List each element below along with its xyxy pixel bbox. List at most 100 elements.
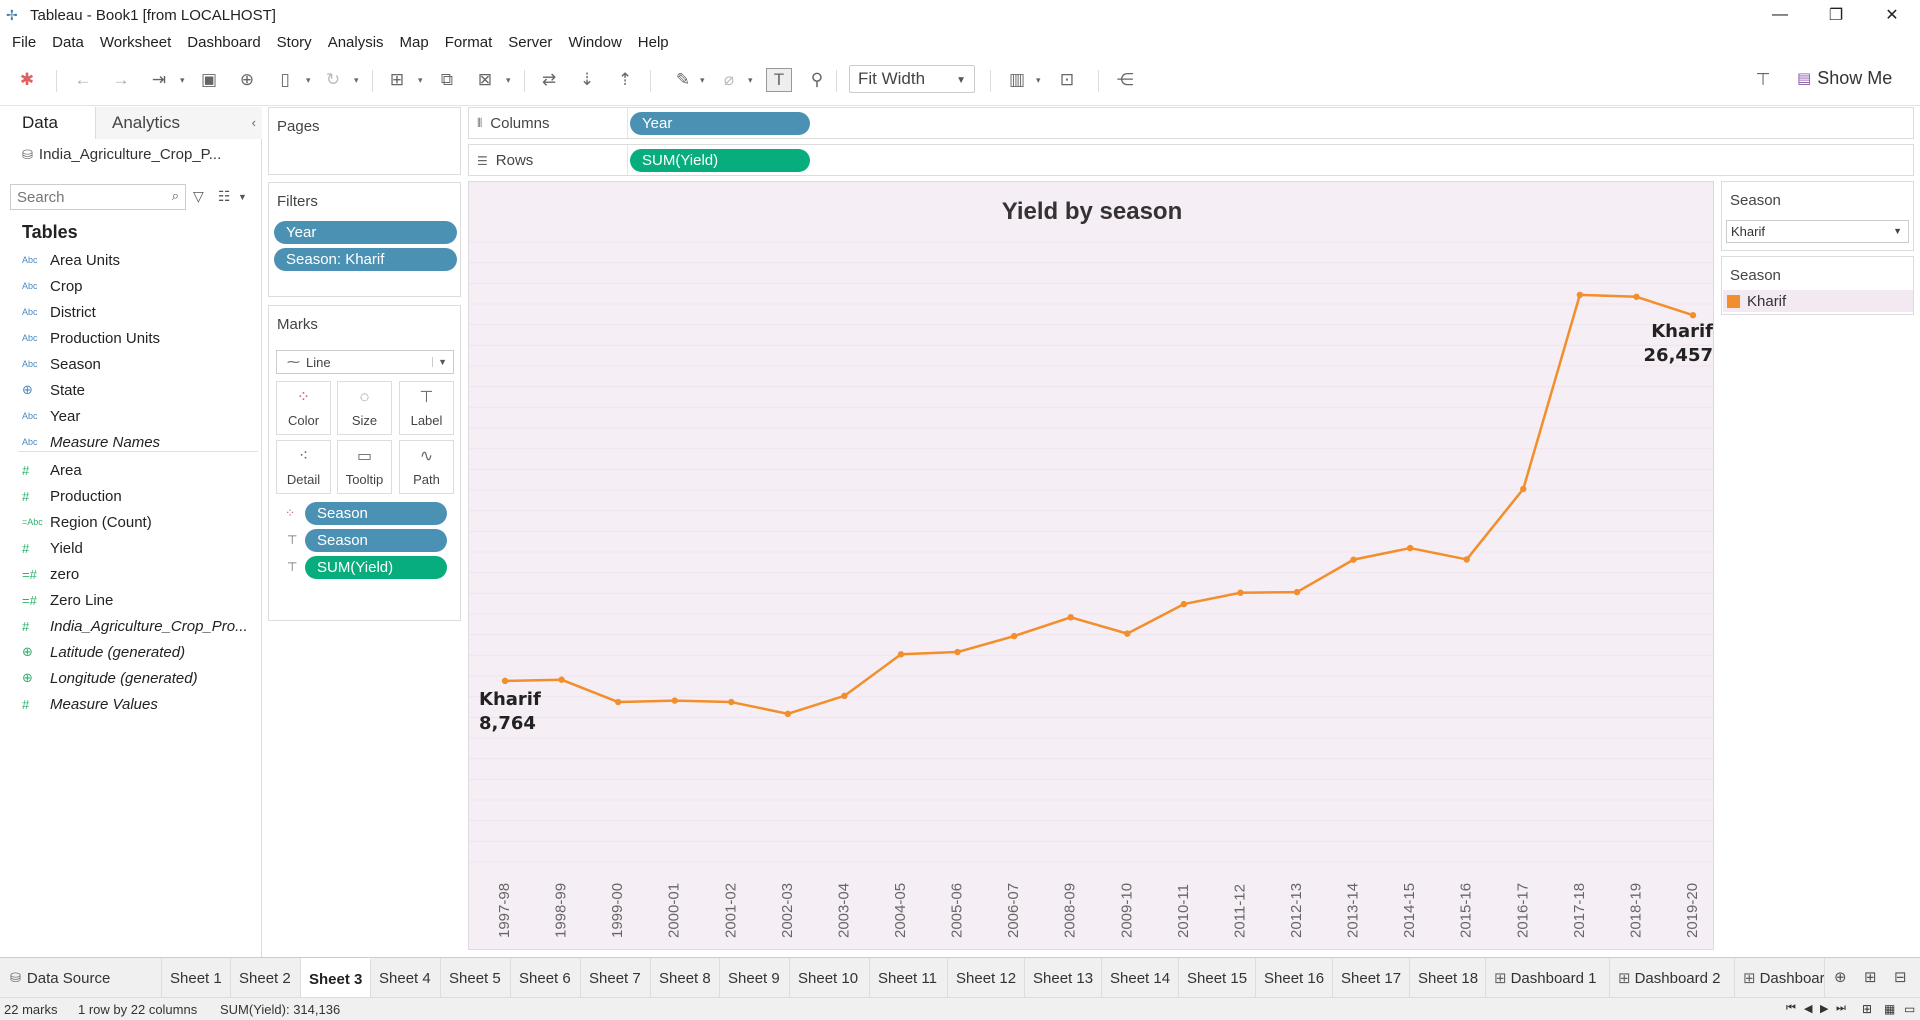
save-icon[interactable]: ▣ xyxy=(196,68,222,92)
sort-ascending-icon[interactable]: ⇣ xyxy=(574,68,600,92)
tab-sheet-2[interactable]: Sheet 2 xyxy=(231,958,301,998)
pages-shelf[interactable]: Pages xyxy=(268,107,461,175)
search-input[interactable] xyxy=(11,185,161,209)
tab-sheet-10[interactable]: Sheet 10 xyxy=(790,958,870,998)
menu-map[interactable]: Map xyxy=(392,34,437,51)
columns-pill-year[interactable]: Year xyxy=(630,112,810,135)
new-datasource-icon[interactable]: ⊕ xyxy=(234,68,260,92)
viz-view[interactable]: Yield by season 1997-98 1998-99 1999-00 200… xyxy=(468,181,1715,950)
menu-help[interactable]: Help xyxy=(630,34,677,51)
data-point[interactable] xyxy=(558,676,565,683)
field-production-units[interactable]: Abc Production Units xyxy=(22,327,160,349)
share-icon[interactable]: ⋲ xyxy=(1112,68,1138,92)
marks-pill-sum-yield[interactable]: SUM(Yield) xyxy=(305,556,447,579)
filter-fields-icon[interactable]: ▽ xyxy=(193,188,204,205)
field-production[interactable]: # Production xyxy=(22,485,122,507)
rows-pill-sum-yield[interactable]: SUM(Yield) xyxy=(630,149,810,172)
menu-data[interactable]: Data xyxy=(44,34,92,51)
field-india-agriculture-count[interactable]: # India_Agriculture_Crop_Pro... xyxy=(22,615,248,637)
data-point[interactable] xyxy=(1124,630,1131,637)
rows-shelf[interactable]: ☰ Rows SUM(Yield) xyxy=(468,144,1914,176)
field-yield[interactable]: # Yield xyxy=(22,537,83,559)
menu-file[interactable]: File xyxy=(4,34,44,51)
data-point[interactable] xyxy=(1633,293,1640,300)
data-point[interactable] xyxy=(1576,291,1584,299)
filmstrip-view-icon[interactable]: ▦ xyxy=(1884,1002,1895,1016)
show-cards-caret-icon[interactable]: ▾ xyxy=(1036,68,1046,92)
show-cards-icon[interactable]: ▥ xyxy=(1004,68,1030,92)
tab-sheet-15[interactable]: Sheet 15 xyxy=(1179,958,1256,998)
color-button[interactable]: ⁘ Color xyxy=(276,381,331,435)
tab-sheet-7[interactable]: Sheet 7 xyxy=(581,958,651,998)
next-sheet-icon[interactable]: ▶ xyxy=(1820,1002,1828,1015)
search-field[interactable]: ⌕ xyxy=(10,184,186,210)
data-point[interactable] xyxy=(841,692,848,700)
data-point[interactable] xyxy=(1406,544,1414,552)
new-story-icon[interactable]: ⊟ xyxy=(1894,968,1907,986)
tab-sheet-11[interactable]: Sheet 11 xyxy=(870,958,948,998)
tab-sheet-5[interactable]: Sheet 5 xyxy=(441,958,511,998)
marks-pill-season-label[interactable]: Season xyxy=(305,529,447,552)
filter-pill-season[interactable]: Season: Kharif xyxy=(274,248,457,271)
new-worksheet-icon[interactable]: ⊞ xyxy=(384,68,410,92)
data-point[interactable] xyxy=(1350,556,1357,563)
tableau-home-icon[interactable]: ✱ xyxy=(14,68,40,92)
legend-item-kharif[interactable]: Kharif xyxy=(1723,290,1913,312)
columns-shelf[interactable]: ⦀ Columns Year xyxy=(468,107,1914,139)
clear-sheet-icon[interactable]: ⊠ xyxy=(472,68,498,92)
refresh-icon[interactable]: ↻ xyxy=(320,68,346,92)
new-worksheet-icon[interactable]: ⊕ xyxy=(1834,968,1847,986)
tab-dashboard-1[interactable]: ⊞ Dashboard 1 xyxy=(1486,958,1610,998)
data-point[interactable] xyxy=(728,698,735,706)
data-point[interactable] xyxy=(1237,589,1244,596)
new-worksheet-caret-icon[interactable]: ▾ xyxy=(418,68,428,92)
tooltip-button[interactable]: ▭ Tooltip xyxy=(337,440,392,494)
minimize-icon[interactable]: — xyxy=(1752,0,1808,30)
collapse-pane-icon[interactable]: ‹ xyxy=(252,115,256,130)
path-button[interactable]: ∿ Path xyxy=(399,440,454,494)
data-point[interactable] xyxy=(1067,614,1074,621)
size-button[interactable]: ◌ Size xyxy=(337,381,392,435)
label-button[interactable]: ⊤ Label xyxy=(399,381,454,435)
highlight-caret-icon[interactable]: ▾ xyxy=(700,68,710,92)
tab-sheet-6[interactable]: Sheet 6 xyxy=(511,958,581,998)
marks-pill-season-color[interactable]: Season xyxy=(305,502,447,525)
sort-descending-icon[interactable]: ⇡ xyxy=(612,68,638,92)
group-members-icon[interactable]: ⌀ xyxy=(716,68,742,92)
data-point[interactable] xyxy=(1293,588,1301,596)
tab-sheet-14[interactable]: Sheet 14 xyxy=(1102,958,1179,998)
first-sheet-icon[interactable]: ⏮ xyxy=(1786,1002,1796,1015)
undo-icon[interactable]: ← xyxy=(70,68,96,92)
menu-worksheet[interactable]: Worksheet xyxy=(92,34,179,51)
pause-caret-icon[interactable]: ▾ xyxy=(306,68,316,92)
fit-mode-dropdown[interactable]: Fit Width ▼ xyxy=(849,65,975,93)
restore-icon[interactable]: ❐ xyxy=(1808,0,1864,30)
presentation-mode-icon[interactable]: ⊡ xyxy=(1054,68,1080,92)
filter-pill-year[interactable]: Year xyxy=(274,221,457,244)
view-options-icon[interactable]: ☷ xyxy=(218,188,231,205)
replay-caret-icon[interactable]: ▾ xyxy=(180,68,190,92)
swap-rows-columns-icon[interactable]: ⇄ xyxy=(536,68,562,92)
field-measure-names[interactable]: Abc Measure Names xyxy=(22,431,160,453)
redo-icon[interactable]: → xyxy=(108,68,134,92)
refresh-caret-icon[interactable]: ▾ xyxy=(354,68,364,92)
tab-sheet-18[interactable]: Sheet 18 xyxy=(1410,958,1486,998)
data-point[interactable] xyxy=(501,677,509,685)
field-crop[interactable]: Abc Crop xyxy=(22,275,83,297)
tab-sheet-16[interactable]: Sheet 16 xyxy=(1256,958,1333,998)
close-icon[interactable]: ✕ xyxy=(1864,0,1920,30)
field-area-units[interactable]: Abc Area Units xyxy=(22,249,120,271)
field-year[interactable]: Abc Year xyxy=(22,405,80,427)
detail-button[interactable]: ⁖ Detail xyxy=(276,440,331,494)
data-point[interactable] xyxy=(1463,556,1470,563)
tab-sheet-4[interactable]: Sheet 4 xyxy=(371,958,441,998)
new-dashboard-icon[interactable]: ⊞ xyxy=(1864,968,1877,986)
field-zero[interactable]: =# zero xyxy=(22,563,79,585)
replay-icon[interactable]: ⇥ xyxy=(146,68,172,92)
tab-sheet-9[interactable]: Sheet 9 xyxy=(720,958,790,998)
tab-sheet-13[interactable]: Sheet 13 xyxy=(1025,958,1102,998)
data-point[interactable] xyxy=(1689,312,1697,319)
data-point[interactable] xyxy=(897,651,905,658)
pause-updates-icon[interactable]: ▯ xyxy=(272,68,298,92)
data-point[interactable] xyxy=(954,648,961,656)
